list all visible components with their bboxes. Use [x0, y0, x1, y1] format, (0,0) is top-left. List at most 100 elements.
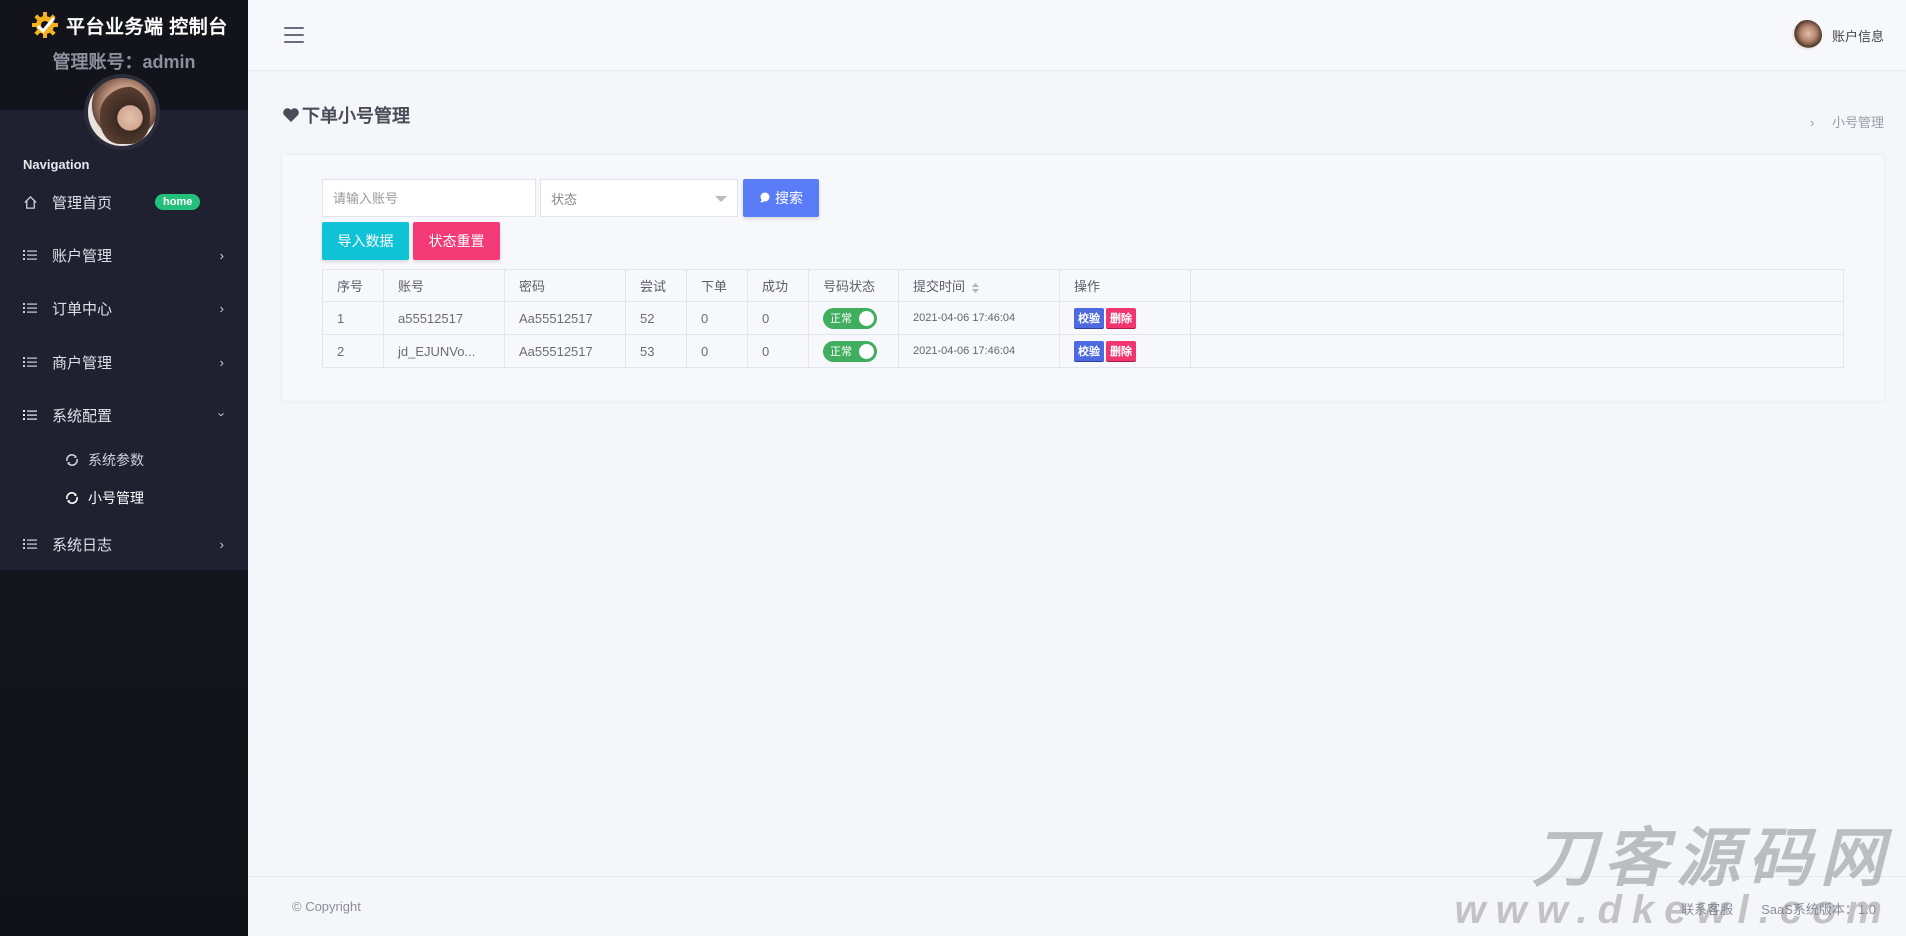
- cell-index: 2: [322, 334, 384, 368]
- account-avatar: [1791, 20, 1822, 50]
- status-reset-button[interactable]: 状态重置: [413, 222, 500, 260]
- cell-submit-time: 2021-04-06 17:46:04: [898, 334, 1060, 368]
- column-header: 密码: [504, 269, 626, 302]
- sidebar-item-orders[interactable]: 订单中心 ›: [0, 288, 248, 328]
- account-info-label: 账户信息: [1831, 28, 1884, 44]
- column-header-label: 提交时间: [913, 279, 966, 294]
- sidebar: 平台业务端 控制台 管理账号：admin Navigation 管理首页 hom…: [0, 0, 248, 936]
- sidebar-item-system-log[interactable]: 系统日志 ›: [0, 524, 248, 564]
- status-toggle-label: 正常: [830, 346, 852, 358]
- sidebar-item-home[interactable]: 管理首页 home: [0, 182, 248, 222]
- delete-button[interactable]: 删除: [1106, 341, 1136, 361]
- import-data-button[interactable]: 导入数据: [322, 222, 409, 260]
- cell-actions: 校验 删除: [1059, 334, 1191, 368]
- column-header-sortable[interactable]: 提交时间: [898, 269, 1060, 302]
- cell-success: 0: [747, 334, 809, 368]
- list-icon: [22, 247, 38, 263]
- version-text: SaaS系统版本：1.0: [1761, 902, 1876, 917]
- cell-actions: 校验 删除: [1059, 301, 1191, 335]
- heart-icon: [283, 108, 299, 122]
- chevron-right-icon: ›: [219, 537, 224, 552]
- cell-status: 正常: [808, 301, 899, 335]
- sidebar-subitem-label: 小号管理: [88, 490, 144, 506]
- sidebar-item-label: 商户管理: [52, 354, 113, 372]
- page-title: 下单小号管理: [282, 102, 410, 128]
- list-icon: [22, 536, 38, 552]
- column-header: 成功: [747, 269, 809, 302]
- breadcrumb-current[interactable]: 小号管理: [1832, 115, 1884, 130]
- account-search-input[interactable]: [322, 179, 536, 217]
- status-toggle-label: 正常: [830, 313, 852, 325]
- cell-account: jd_EJUNVo...: [383, 334, 505, 368]
- breadcrumb: › 小号管理: [1810, 112, 1884, 131]
- brand[interactable]: 平台业务端 控制台: [30, 10, 228, 40]
- menu-toggle-icon[interactable]: [284, 27, 304, 43]
- copyright-text: © Copyright: [292, 899, 361, 914]
- cell-empty: [1190, 301, 1844, 335]
- refresh-icon: [66, 454, 78, 466]
- status-toggle[interactable]: 正常: [823, 340, 877, 362]
- sidebar-item-merchants[interactable]: 商户管理 ›: [0, 342, 248, 382]
- search-icon: [760, 192, 770, 203]
- column-header: 下单: [686, 269, 748, 302]
- column-header: 序号: [322, 269, 384, 302]
- sidebar-item-label: 账户管理: [52, 247, 113, 265]
- cell-tries: 53: [625, 334, 687, 368]
- chevron-right-icon: ›: [1810, 115, 1815, 130]
- top-header: 账户信息: [248, 0, 1906, 70]
- list-icon: [22, 354, 38, 370]
- sidebar-subitem-system-params[interactable]: 系统参数: [0, 445, 248, 475]
- sort-icon[interactable]: [971, 282, 980, 294]
- cell-password: Aa55512517: [504, 334, 626, 368]
- delete-button[interactable]: 删除: [1106, 308, 1136, 328]
- footer: © Copyright 联系客服 SaaS系统版本：1.0: [248, 876, 1906, 936]
- brand-title: 平台业务端 控制台: [66, 16, 228, 38]
- toggle-knob: [859, 310, 874, 326]
- column-header-empty: [1190, 269, 1844, 302]
- status-toggle[interactable]: 正常: [823, 307, 877, 329]
- table-header-row: 序号 账号 密码 尝试 下单 成功 号码状态 提交时间 操作: [322, 269, 1844, 302]
- cell-orders: 0: [686, 334, 748, 368]
- page-title-text: 下单小号管理: [302, 106, 410, 126]
- search-button-label: 搜索: [775, 190, 803, 206]
- cell-account: a55512517: [383, 301, 505, 335]
- chevron-right-icon: ›: [219, 301, 224, 316]
- chevron-down-icon: ›: [214, 412, 230, 417]
- account-info-menu[interactable]: 账户信息: [1791, 20, 1884, 50]
- cell-submit-time: 2021-04-06 17:46:04: [898, 301, 1060, 335]
- status-select-value: 状态: [551, 191, 578, 207]
- cell-empty: [1190, 334, 1844, 368]
- sidebar-item-system-config[interactable]: 系统配置 ›: [0, 395, 248, 435]
- check-button[interactable]: 校验: [1074, 341, 1104, 361]
- home-badge: home: [155, 194, 201, 210]
- column-header: 账号: [383, 269, 505, 302]
- cell-status: 正常: [808, 334, 899, 368]
- content-card: 状态 搜索 导入数据 状态重置 序号 账号 密码 尝试 下单 成功 号码状态 提…: [282, 155, 1884, 401]
- home-icon: [22, 194, 38, 210]
- table-row: 2 jd_EJUNVo... Aa55512517 53 0 0 正常 2021…: [322, 334, 1844, 368]
- sidebar-item-label: 系统配置: [52, 407, 113, 425]
- check-button[interactable]: 校验: [1074, 308, 1104, 328]
- cell-success: 0: [747, 301, 809, 335]
- caret-down-icon: [715, 196, 727, 202]
- cell-orders: 0: [686, 301, 748, 335]
- sidebar-item-label: 系统日志: [52, 536, 113, 554]
- chevron-right-icon: ›: [219, 248, 224, 263]
- cell-password: Aa55512517: [504, 301, 626, 335]
- nav-section-label: Navigation: [23, 157, 90, 172]
- sidebar-item-label: 订单中心: [52, 300, 113, 318]
- column-header: 尝试: [625, 269, 687, 302]
- list-icon: [22, 407, 38, 423]
- refresh-icon: [66, 492, 78, 504]
- search-button[interactable]: 搜索: [743, 179, 819, 217]
- sidebar-avatar[interactable]: [84, 74, 160, 150]
- contact-support-link[interactable]: 联系客服: [1681, 899, 1733, 918]
- sidebar-subitem-label: 系统参数: [88, 452, 144, 468]
- cell-tries: 52: [625, 301, 687, 335]
- status-select[interactable]: 状态: [540, 179, 738, 217]
- gear-logo-icon: [32, 12, 58, 38]
- sidebar-item-accounts[interactable]: 账户管理 ›: [0, 235, 248, 275]
- admin-account-label: 管理账号：admin: [52, 52, 196, 72]
- cell-index: 1: [322, 301, 384, 335]
- sidebar-subitem-account-manage[interactable]: 小号管理: [0, 483, 248, 513]
